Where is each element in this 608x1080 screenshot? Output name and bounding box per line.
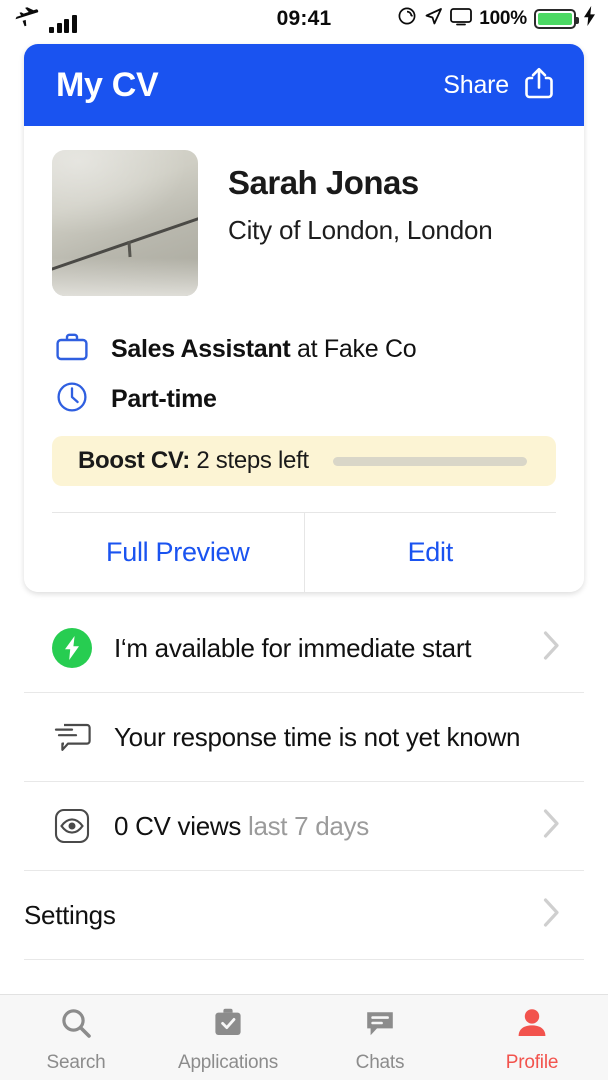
cv-card-body: Sarah Jonas City of London, London Sales…: [24, 126, 584, 592]
detail-job-title-rest: at Fake Co: [290, 334, 417, 363]
detail-contract-type-text: Part-time: [111, 385, 217, 414]
location-arrow-icon: [424, 7, 443, 31]
chevron-right-icon: [543, 631, 560, 666]
cv-views-period: last 7 days: [241, 810, 369, 841]
detail-job-title-bold: Sales Assistant: [111, 334, 291, 363]
chats-icon: [363, 1006, 397, 1045]
lightning-bolt-circle-icon: [48, 628, 96, 668]
cv-card-actions: Full Preview Edit: [52, 512, 556, 592]
list-item-response-time-label: Your response time is not yet known: [114, 721, 521, 752]
boost-cv-rest: 2 steps left: [189, 447, 309, 474]
detail-job-title-text: Sales Assistant at Fake Co: [111, 334, 417, 364]
battery-icon: [534, 8, 579, 29]
list-item-cv-views-label: 0 CV views last 7 days: [114, 811, 369, 842]
profile-list: I‘m available for immediate start Your r…: [0, 604, 608, 960]
status-bar: 09:41 100%: [0, 0, 608, 38]
avatar[interactable]: [52, 150, 198, 296]
chevron-right-icon: [543, 809, 560, 844]
tab-chats[interactable]: Chats: [304, 1006, 456, 1074]
list-item-response-time[interactable]: Your response time is not yet known: [24, 693, 584, 782]
profile-name: Sarah Jonas: [228, 164, 419, 201]
briefcase-icon: [55, 331, 89, 368]
profile-identity: Sarah Jonas City of London, London: [52, 150, 556, 296]
rotation-lock-icon: [397, 6, 417, 31]
list-item-settings[interactable]: Settings: [24, 871, 584, 960]
share-label: Share: [443, 70, 509, 99]
chevron-right-icon: [543, 898, 560, 933]
profile-text: Sarah Jonas City of London, London: [228, 150, 493, 296]
avatar-floor: [52, 258, 198, 296]
cv-card-header: My CV Share: [24, 44, 584, 126]
cv-views-count: 0 CV views: [114, 810, 242, 841]
boost-progress-track: [332, 456, 527, 466]
tab-applications-label: Applications: [177, 1052, 279, 1073]
tab-chats-label: Chats: [355, 1052, 405, 1073]
list-item-cv-views[interactable]: 0 CV views last 7 days: [24, 782, 584, 871]
eye-icon: [48, 805, 96, 847]
tab-profile-label: Profile: [505, 1052, 559, 1073]
battery-percent: 100%: [479, 7, 527, 29]
profile-person-icon: [515, 1006, 549, 1045]
tab-profile[interactable]: Profile: [456, 1006, 608, 1074]
detail-contract-type-bold: Part-time: [111, 384, 217, 413]
app-screen: 09:41 100% My CV Share Sarah Jonas City …: [0, 0, 608, 1080]
detail-contract-type: Part-time: [52, 374, 556, 424]
tab-search-label: Search: [46, 1052, 106, 1073]
tab-applications[interactable]: Applications: [152, 1006, 304, 1074]
status-bar-right: 100%: [397, 6, 596, 31]
clock-icon: [55, 380, 89, 419]
search-icon: [59, 1006, 93, 1045]
screen-mirroring-icon: [450, 7, 473, 31]
edit-button[interactable]: Edit: [303, 513, 556, 592]
bottom-tab-bar: Search Applications Chats Profile: [0, 994, 608, 1080]
tab-search[interactable]: Search: [0, 1006, 152, 1074]
page-title: My CV: [56, 65, 159, 104]
list-item-availability-label: I‘m available for immediate start: [114, 632, 472, 663]
boost-cv-label: Boost CV: 2 steps left: [78, 447, 309, 475]
list-item-settings-label: Settings: [24, 899, 116, 930]
share-icon: [522, 65, 556, 106]
detail-job-title: Sales Assistant at Fake Co: [52, 324, 556, 374]
applications-briefcase-icon: [211, 1006, 245, 1045]
list-item-availability[interactable]: I‘m available for immediate start: [24, 604, 584, 693]
chat-bubble-icon: [48, 716, 96, 758]
cv-details: Sales Assistant at Fake Co Part-time: [52, 324, 556, 424]
boost-cv-bold: Boost CV:: [78, 447, 190, 474]
full-preview-button[interactable]: Full Preview: [52, 513, 304, 592]
lightning-bolt-icon: [583, 6, 596, 31]
profile-location: City of London, London: [228, 215, 493, 245]
boost-cv-banner[interactable]: Boost CV: 2 steps left: [52, 436, 556, 486]
cv-card: My CV Share Sarah Jonas City of London, …: [24, 44, 584, 592]
share-button[interactable]: Share: [443, 65, 556, 106]
